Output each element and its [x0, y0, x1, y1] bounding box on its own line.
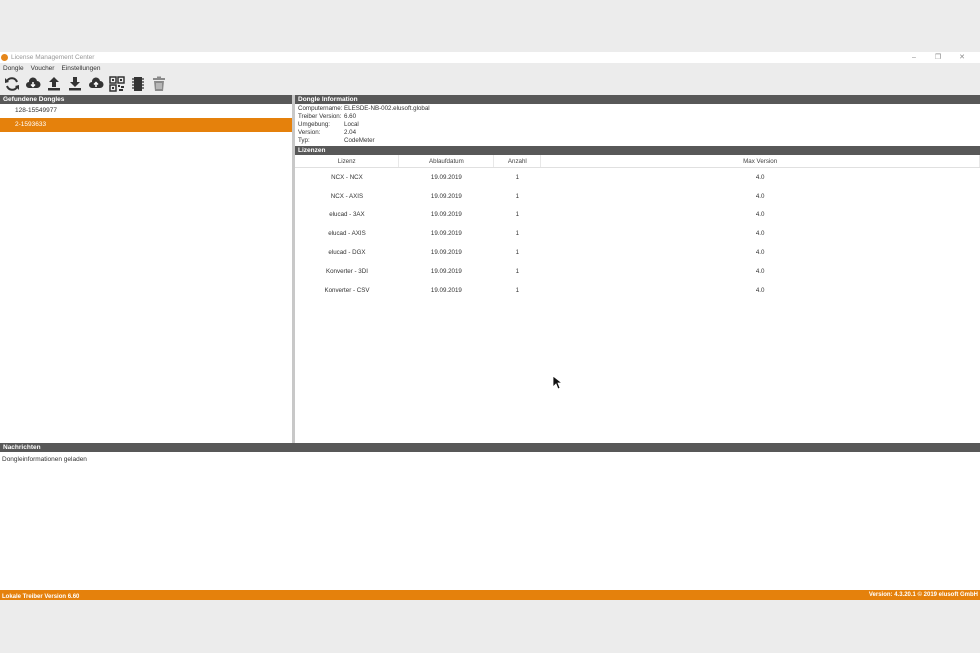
license-count: 1 [515, 211, 520, 219]
menu-dongle[interactable]: Dongle [3, 65, 24, 72]
table-header-row: Lizenz Ablaufdatum Anzahl Max Version [295, 155, 980, 168]
chip-button[interactable] [128, 75, 147, 93]
expiry-date: 19.09.2019 [430, 286, 462, 294]
messages-panel: Nachrichten Dongleinformationen geladen [0, 443, 980, 590]
expiry-date: 19.09.2019 [430, 249, 462, 257]
dongle-item[interactable]: 128-15549977 [0, 104, 292, 118]
info-label: Umgebung: [298, 121, 330, 128]
dongle-list-panel: Gefundene Dongles 128-15549977 2-1593633 [0, 95, 295, 443]
license-count: 1 [515, 267, 520, 275]
column-header-anzahl[interactable]: Anzahl [493, 155, 542, 168]
dongle-info: Computername: ELESDE-NB-002.elusoft.globa… [295, 104, 980, 146]
status-bar: Lokale Treiber Version 6.60 Version: 4.3… [0, 590, 980, 600]
menu-voucher[interactable]: Voucher [31, 65, 55, 72]
expiry-date: 19.09.2019 [430, 211, 462, 219]
column-header-ablaufdatum[interactable]: Ablaufdatum [398, 155, 495, 168]
table-row[interactable]: Konverter - CSV 19.09.2019 1 4.0 [295, 281, 980, 300]
expiry-date: 19.09.2019 [430, 267, 462, 275]
app-version-status: Version: 4.3.20.1 © 2019 elusoft GmbH [868, 592, 978, 598]
license-name: elucad - AXIS [328, 230, 366, 238]
info-value: ELESDE-NB-002.elusoft.global [344, 105, 430, 112]
licenses-table: Lizenz Ablaufdatum Anzahl Max Version NC… [295, 155, 980, 300]
refresh-icon [4, 77, 19, 91]
table-row[interactable]: Konverter - 3DI 19.09.2019 1 4.0 [295, 262, 980, 281]
app-window: License Management Center – ❐ ✕ Dongle V… [0, 52, 980, 600]
license-name: Konverter - 3DI [325, 267, 368, 275]
max-version: 4.0 [755, 230, 765, 238]
column-header-lizenz[interactable]: Lizenz [295, 155, 400, 168]
upload-icon [47, 77, 60, 91]
max-version: 4.0 [755, 211, 765, 219]
toolbar [0, 73, 980, 95]
license-count: 1 [515, 192, 520, 200]
info-value: Local [344, 121, 359, 128]
expiry-date: 19.09.2019 [430, 230, 462, 238]
max-version: 4.0 [755, 192, 765, 200]
dongle-details-panel: Dongle Information Computername: ELESDE-N… [295, 95, 980, 443]
license-count: 1 [515, 286, 520, 294]
app-logo-icon [1, 54, 8, 61]
table-row[interactable]: NCX - AXIS 19.09.2019 1 4.0 [295, 187, 980, 206]
messages-header: Nachrichten [0, 443, 980, 452]
cloud-download-button[interactable] [23, 75, 42, 93]
qr-code-icon [108, 76, 125, 92]
menu-bar: Dongle Voucher Einstellungen [0, 63, 980, 73]
chip-icon [131, 77, 144, 91]
close-button[interactable]: ✕ [950, 52, 974, 63]
dongle-info-header: Dongle Information [295, 95, 980, 104]
info-value: 6.60 [344, 113, 357, 120]
info-label: Typ: [298, 137, 310, 144]
column-header-max-version[interactable]: Max Version [540, 155, 980, 168]
license-name: NCX - AXIS [330, 192, 364, 200]
max-version: 4.0 [755, 173, 765, 181]
license-name: NCX - NCX [331, 173, 363, 181]
info-label: Computername: [298, 105, 343, 112]
cloud-download-icon [25, 77, 40, 88]
table-row[interactable]: elucad - 3AX 19.09.2019 1 4.0 [295, 206, 980, 225]
info-label: Version: [298, 129, 321, 136]
max-version: 4.0 [755, 249, 765, 257]
upload-button[interactable] [44, 75, 63, 93]
menu-einstellungen[interactable]: Einstellungen [61, 65, 100, 72]
dongle-list-header: Gefundene Dongles [0, 95, 292, 104]
driver-version-status: Lokale Treiber Version 6.60 [2, 594, 80, 600]
qr-code-button[interactable] [107, 75, 126, 93]
license-name: elucad - DGX [328, 249, 366, 257]
licenses-header: Lizenzen [295, 146, 980, 155]
license-name: Konverter - CSV [324, 286, 370, 294]
license-count: 1 [515, 249, 520, 257]
info-value: 2.04 [344, 129, 357, 136]
dongle-item-selected[interactable]: 2-1593633 [0, 118, 292, 132]
table-row[interactable]: elucad - DGX 19.09.2019 1 4.0 [295, 243, 980, 262]
expiry-date: 19.09.2019 [430, 173, 462, 181]
title-bar: License Management Center – ❐ ✕ [0, 52, 980, 63]
expiry-date: 19.09.2019 [430, 192, 462, 200]
minimize-button[interactable]: – [902, 52, 926, 63]
table-row[interactable]: NCX - NCX 19.09.2019 1 4.0 [295, 168, 980, 187]
message-text: Dongleinformationen geladen [2, 456, 87, 463]
cloud-upload-button[interactable] [86, 75, 105, 93]
license-count: 1 [515, 173, 520, 181]
license-count: 1 [515, 230, 520, 238]
max-version: 4.0 [755, 286, 765, 294]
table-row[interactable]: elucad - AXIS 19.09.2019 1 4.0 [295, 224, 980, 243]
info-value: CodeMeter [344, 137, 375, 144]
mouse-cursor-icon [553, 376, 563, 390]
download-icon [68, 77, 81, 91]
download-button[interactable] [65, 75, 84, 93]
delete-button[interactable] [149, 75, 168, 93]
license-name: elucad - 3AX [329, 211, 365, 219]
maximize-button[interactable]: ❐ [926, 52, 950, 63]
refresh-button[interactable] [2, 75, 21, 93]
cloud-upload-icon [88, 77, 103, 88]
max-version: 4.0 [755, 267, 765, 275]
trash-icon [152, 76, 165, 91]
info-label: Treiber Version: [298, 113, 342, 120]
window-title: License Management Center [11, 54, 95, 61]
